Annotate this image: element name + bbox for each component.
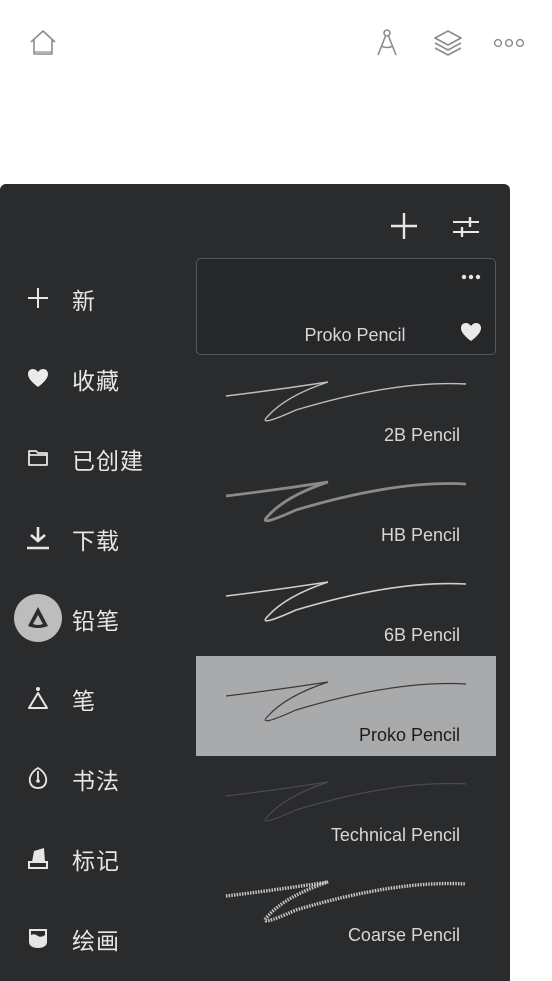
add-brush-button[interactable] [386,208,422,244]
brush-stroke-preview [225,480,467,523]
brush-library-panel: 新 收藏 已创建 下载 铅笔 笔 书法 标记 绘画 Proko Pencil 2… [0,184,510,981]
category-marker[interactable]: 标记 [12,828,192,888]
brush-settings-button[interactable] [448,208,484,244]
brush-stroke-preview [225,381,467,422]
category-label: 新 [72,289,96,315]
folder-icon [14,434,62,482]
brush-stroke-preview [225,681,467,722]
category-pencil[interactable]: 铅笔 [12,588,192,648]
category-label: 铅笔 [72,609,120,635]
top-bar [0,0,552,90]
brush-item[interactable]: Coarse Pencil [196,856,496,956]
heart-icon[interactable] [459,320,483,342]
category-pen[interactable]: 笔 [12,668,192,728]
more-options-icon[interactable] [459,269,483,285]
brush-name: Coarse Pencil [347,925,460,945]
heart-icon [14,354,62,402]
category-label: 书法 [72,769,120,795]
calligraphy-nib-icon [14,754,62,802]
layers-icon[interactable] [431,26,465,60]
category-label: 笔 [72,689,96,715]
compass-icon[interactable] [370,26,404,60]
brush-stroke-preview [225,581,467,622]
brush-item[interactable]: 2B Pencil [196,356,496,456]
pencil-tip-icon [14,594,62,642]
brush-name: Technical Pencil [330,825,460,845]
brush-stroke-preview [225,880,467,923]
brush-item-highlighted[interactable]: Proko Pencil [196,656,496,756]
brush-name: Proko Pencil [358,725,460,745]
brush-name: 6B Pencil [383,625,460,645]
brush-name: 2B Pencil [383,425,460,445]
category-favorites[interactable]: 收藏 [12,348,192,408]
brush-name: HB Pencil [380,525,460,545]
category-new[interactable]: 新 [12,268,192,328]
brush-stroke-preview [225,781,467,822]
download-icon [14,514,62,562]
brush-item[interactable]: Technical Pencil [196,756,496,856]
brush-item[interactable]: HB Pencil [196,456,496,556]
plus-icon [14,274,62,322]
category-label: 收藏 [72,369,120,395]
category-label: 下载 [72,529,120,555]
category-label: 标记 [72,849,120,875]
category-painting[interactable]: 绘画 [12,908,192,968]
marker-icon [14,834,62,882]
brush-name: Proko Pencil [304,325,406,345]
more-icon[interactable] [492,26,526,60]
pen-nib-icon [14,674,62,722]
category-created[interactable]: 已创建 [12,428,192,488]
paint-pot-icon [14,914,62,962]
brush-item[interactable]: 6B Pencil [196,556,496,656]
category-downloads[interactable]: 下载 [12,508,192,568]
category-label: 已创建 [72,449,144,475]
category-label: 绘画 [72,929,120,955]
home-icon[interactable] [26,26,60,60]
category-calligraphy[interactable]: 书法 [12,748,192,808]
brush-item-selected[interactable]: Proko Pencil [196,258,496,355]
